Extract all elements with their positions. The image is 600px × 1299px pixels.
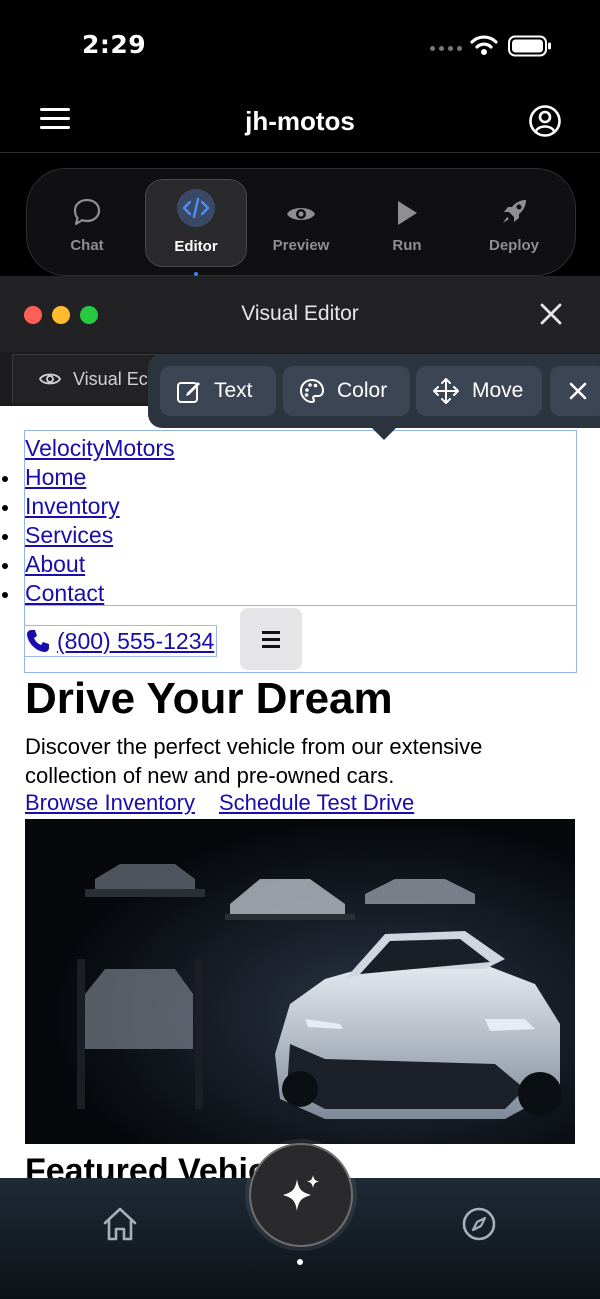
code-icon: [177, 189, 215, 227]
tab-editor[interactable]: Editor: [145, 179, 247, 276]
tab-label: Preview: [272, 237, 330, 254]
button-label: Move: [472, 379, 524, 402]
app-header: jh-motos: [0, 90, 600, 153]
browse-inventory-link[interactable]: Browse Inventory: [25, 790, 195, 816]
status-bar: 2:29: [0, 0, 600, 90]
edit-icon: [177, 382, 200, 403]
wifi-icon: [470, 35, 498, 55]
sparkles-icon: [283, 1175, 319, 1211]
tab-label: Run: [392, 237, 422, 254]
list-bullet: [2, 534, 8, 540]
mobile-menu-button[interactable]: [240, 608, 302, 670]
move-icon: [433, 378, 459, 404]
hero-car-image: [25, 819, 575, 1144]
ai-assistant-button[interactable]: [249, 1143, 353, 1247]
nav-link-inventory[interactable]: Inventory: [25, 493, 120, 520]
tab-label: Deploy: [488, 237, 539, 254]
eye-icon: [39, 373, 61, 385]
preview-canvas: VelocityMotors Home Inventory Services A…: [0, 406, 600, 1178]
nav-link-contact[interactable]: Contact: [25, 580, 104, 607]
rocket-icon: [503, 200, 526, 223]
tab-deploy[interactable]: Deploy: [464, 179, 564, 265]
list-bullet: [2, 563, 8, 569]
project-title: jh-motos: [245, 106, 355, 136]
element-edit-toolbar: Text Color Move: [148, 354, 600, 428]
tab-label: Visual Ec: [73, 369, 148, 389]
toolbar-pointer: [372, 428, 396, 440]
tab-label: Editor: [174, 238, 218, 255]
color-button[interactable]: Color: [283, 366, 410, 416]
page-indicator-dot: [297, 1259, 303, 1265]
editor-title-bar: Visual Editor: [0, 276, 600, 353]
phone-link[interactable]: (800) 555-1234: [24, 625, 218, 657]
button-label: Color: [337, 379, 388, 402]
nav-link-services[interactable]: Services: [25, 522, 113, 549]
list-bullet: [2, 592, 8, 598]
brand-link[interactable]: VelocityMotors: [25, 435, 175, 462]
close-icon: [569, 382, 587, 400]
move-button[interactable]: Move: [416, 366, 542, 416]
profile-icon[interactable]: [528, 104, 562, 138]
tab-run[interactable]: Run: [357, 179, 457, 265]
list-bullet: [2, 505, 8, 511]
hero-subtitle: Discover the perfect vehicle from our ex…: [25, 734, 483, 788]
button-label: Text: [214, 379, 253, 402]
home-icon[interactable]: [100, 1204, 140, 1244]
list-bullet: [2, 476, 8, 482]
close-toolbar-button[interactable]: [550, 366, 600, 416]
compass-icon[interactable]: [461, 1206, 497, 1242]
schedule-test-drive-link[interactable]: Schedule Test Drive: [219, 790, 414, 816]
edit-text-button[interactable]: Text: [160, 366, 276, 416]
editor-title: Visual Editor: [241, 302, 359, 325]
play-icon: [398, 201, 417, 225]
battery-icon: [508, 35, 551, 57]
close-icon[interactable]: [538, 301, 564, 327]
nav-link-about[interactable]: About: [25, 551, 85, 578]
tab-chat[interactable]: Chat: [37, 179, 137, 265]
tool-tab-bar: Chat Editor Preview Run Deploy: [26, 168, 576, 276]
eye-icon: [287, 208, 315, 220]
nav-link-home[interactable]: Home: [25, 464, 86, 491]
chat-bubble-icon: [73, 198, 101, 226]
hero-title: Drive Your Dream: [25, 674, 393, 723]
signal-icon: [430, 46, 462, 51]
phone-number: (800) 555-1234: [57, 627, 215, 654]
status-time: 2:29: [82, 30, 147, 59]
tab-label: Chat: [70, 237, 104, 254]
phone-icon: [27, 630, 49, 652]
palette-icon: [299, 378, 325, 404]
tab-preview[interactable]: Preview: [251, 179, 351, 265]
